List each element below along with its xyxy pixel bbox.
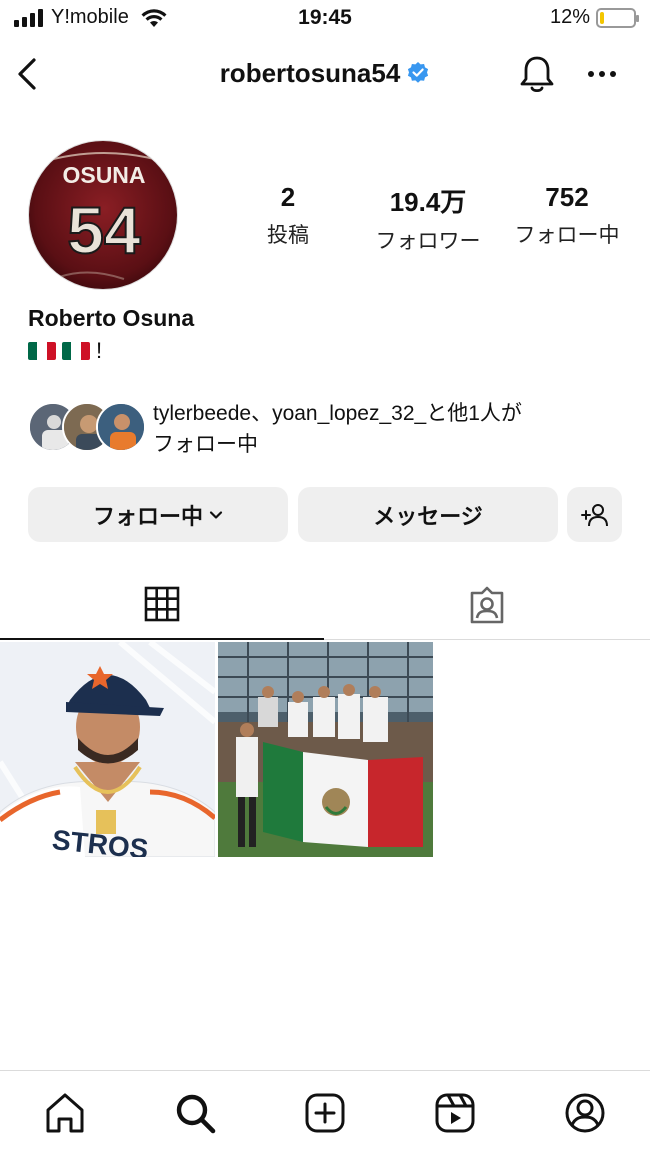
- avatar-image: OSUNA 54: [29, 141, 177, 289]
- mutual-followers-text: tylerbeede、yoan_lopez_32_と他1人が フォロー中: [153, 398, 633, 460]
- mutual-line-2: フォロー中: [153, 433, 258, 456]
- stat-following[interactable]: 752 フォロー中: [504, 182, 630, 249]
- suggested-users-button[interactable]: [567, 487, 622, 542]
- post-image: STROS: [0, 642, 215, 857]
- post-thumbnail[interactable]: [218, 642, 433, 857]
- avatar-jersey-number: 54: [67, 193, 141, 267]
- profile-tabs: [0, 570, 650, 640]
- profile-icon[interactable]: [563, 1091, 607, 1135]
- search-icon[interactable]: [173, 1091, 217, 1135]
- battery-icon: [596, 7, 639, 28]
- add-user-icon: [580, 503, 608, 526]
- profile-bio: !: [28, 338, 102, 364]
- following-count: 752: [545, 182, 589, 212]
- following-button-label: フォロー中: [92, 503, 203, 529]
- tab-posts-grid[interactable]: [0, 570, 324, 640]
- more-options-button[interactable]: [582, 56, 622, 92]
- followers-label: フォロワー: [375, 230, 481, 253]
- create-icon[interactable]: [303, 1091, 347, 1135]
- bottom-nav: [0, 1070, 650, 1156]
- tab-tagged[interactable]: [325, 570, 649, 640]
- mutual-avatar: [96, 402, 146, 452]
- username: robertosuna54: [219, 58, 401, 88]
- bell-icon[interactable]: [516, 52, 558, 96]
- stat-followers[interactable]: 19.4万 フォロワー: [358, 182, 498, 255]
- following-label: フォロー中: [514, 224, 620, 247]
- profile-full-name: Roberto Osuna: [28, 305, 195, 331]
- grid-icon: [144, 586, 180, 622]
- profile-avatar[interactable]: OSUNA 54: [28, 140, 178, 290]
- status-right: 12%: [549, 6, 639, 29]
- stat-posts[interactable]: 2 投稿: [238, 182, 338, 249]
- bio-suffix: !: [96, 338, 103, 363]
- mutual-followers[interactable]: tylerbeede、yoan_lopez_32_と他1人が フォロー中: [28, 398, 628, 458]
- mexico-flag-icon: [62, 342, 90, 360]
- post-thumbnail[interactable]: STROS: [0, 642, 215, 857]
- battery-fill: [600, 11, 604, 24]
- status-bar: Y!mobile 19:45 12%: [0, 0, 650, 36]
- mutual-line-1: tylerbeede、yoan_lopez_32_と他1人が: [153, 402, 522, 425]
- message-button-label: メッセージ: [373, 503, 483, 529]
- battery-percent: 12%: [549, 6, 590, 28]
- posts-count: 2: [280, 182, 296, 212]
- profile-header: robertosuna54: [0, 44, 650, 104]
- posts-label: 投稿: [267, 224, 309, 247]
- message-button[interactable]: メッセージ: [298, 487, 558, 542]
- avatar-jersey-name: OSUNA: [62, 162, 145, 188]
- following-button[interactable]: フォロー中: [28, 487, 288, 542]
- post-image: [218, 642, 433, 857]
- followers-count: 19.4万: [389, 187, 467, 217]
- mexico-flag-icon: [28, 342, 56, 360]
- reels-icon[interactable]: [433, 1091, 477, 1135]
- chevron-down-icon: [209, 510, 223, 519]
- verified-badge-icon: [408, 62, 429, 83]
- tagged-user-icon: [470, 586, 504, 624]
- mutual-avatars: [28, 402, 146, 452]
- home-icon[interactable]: [43, 1091, 87, 1135]
